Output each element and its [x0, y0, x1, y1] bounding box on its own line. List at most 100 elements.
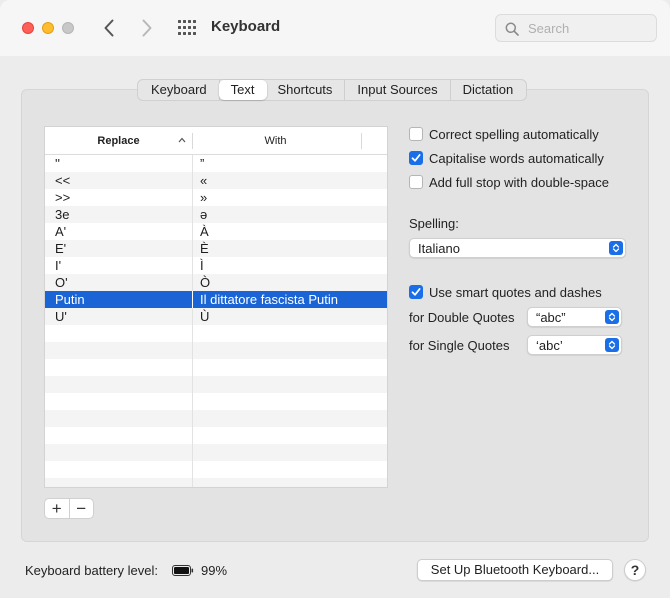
column-divider [192, 257, 193, 274]
replace-cell: 3e [55, 207, 70, 222]
column-divider [192, 410, 193, 427]
remove-button[interactable]: − [70, 499, 94, 518]
replace-cell: O' [55, 275, 68, 290]
search-icon [505, 22, 519, 36]
replace-cell: I' [55, 258, 62, 273]
tab-bar: Keyboard Text Shortcuts Input Sources Di… [137, 79, 528, 101]
setup-bluetooth-keyboard-button[interactable]: Set Up Bluetooth Keyboard... [417, 559, 613, 581]
replace-cell: E' [55, 241, 67, 256]
checkmark-icon [411, 154, 421, 162]
with-cell: À [200, 224, 209, 239]
spelling-label: Spelling: [409, 216, 459, 231]
text-replacement-table: Replace With '' ” << « >> » 3e ə A' À E' È I' Ì… [44, 126, 388, 488]
full-stop-label: Add full stop with double-space [429, 175, 609, 190]
with-cell: È [200, 241, 209, 256]
stepper-icon [605, 338, 619, 352]
with-cell: Ò [200, 275, 211, 290]
empty-row [45, 478, 387, 487]
column-divider [192, 376, 193, 393]
back-chevron-icon [104, 19, 114, 37]
column-header-with[interactable]: With [193, 127, 358, 155]
empty-row [45, 342, 387, 359]
capitalise-words-checkbox[interactable] [409, 151, 423, 165]
table-row[interactable]: A' À [45, 223, 387, 240]
tab-text[interactable]: Text [218, 80, 267, 100]
with-cell: « [200, 173, 208, 188]
close-button[interactable] [22, 22, 34, 34]
with-cell: Ì [200, 258, 204, 273]
zoom-button[interactable] [62, 22, 74, 34]
column-divider [192, 308, 193, 325]
column-divider [192, 240, 193, 257]
double-quotes-value: “abc” [536, 310, 566, 325]
empty-row [45, 359, 387, 376]
stepper-icon [605, 310, 619, 324]
smart-quotes-label: Use smart quotes and dashes [429, 285, 602, 300]
table-row[interactable]: '' ” [45, 155, 387, 172]
column-divider [192, 172, 193, 189]
with-cell: Ù [200, 309, 210, 324]
forward-button[interactable] [137, 16, 157, 40]
add-remove-control: + − [44, 498, 94, 519]
empty-row [45, 325, 387, 342]
single-quotes-label: for Single Quotes [409, 338, 510, 353]
checkmark-icon [411, 288, 421, 296]
with-cell: » [200, 190, 208, 205]
column-divider [192, 478, 193, 487]
column-header-replace[interactable]: Replace [45, 127, 192, 155]
empty-row [45, 427, 387, 444]
with-cell: Il dittatore fascista Putin [200, 292, 339, 307]
replace-cell: A' [55, 224, 67, 239]
single-quotes-popup[interactable]: ‘abc’ [527, 335, 622, 355]
replace-cell: << [55, 173, 71, 188]
sort-arrow-icon [178, 137, 186, 143]
table-row[interactable]: 3e ə [45, 206, 387, 223]
table-rows: '' ” << « >> » 3e ə A' À E' È I' Ì O' Ò Putin Il … [45, 155, 387, 487]
double-quotes-popup[interactable]: “abc” [527, 307, 622, 327]
forward-chevron-icon [142, 19, 152, 37]
tab-shortcuts[interactable]: Shortcuts [266, 80, 346, 100]
add-button[interactable]: + [45, 499, 69, 518]
correct-spelling-checkbox[interactable] [409, 127, 423, 141]
show-all-button[interactable] [177, 19, 197, 37]
column-divider [192, 155, 193, 172]
column-divider [192, 206, 193, 223]
column-divider [192, 393, 193, 410]
help-button[interactable]: ? [624, 559, 646, 581]
column-divider [192, 325, 193, 342]
column-divider [192, 427, 193, 444]
with-cell: ” [200, 156, 205, 171]
table-row-selected[interactable]: Putin Il dittatore fascista Putin [45, 291, 387, 308]
table-row[interactable]: >> » [45, 189, 387, 206]
column-divider [192, 223, 193, 240]
table-row[interactable]: I' Ì [45, 257, 387, 274]
correct-spelling-label: Correct spelling automatically [429, 127, 599, 142]
spelling-popup[interactable]: Italiano [409, 238, 626, 258]
empty-row [45, 376, 387, 393]
stepper-icon [609, 241, 623, 255]
tab-keyboard[interactable]: Keyboard [139, 80, 220, 100]
table-header: Replace With [45, 127, 387, 155]
column-divider [192, 461, 193, 478]
table-row[interactable]: << « [45, 172, 387, 189]
grid-icon [178, 20, 196, 35]
full-stop-checkbox[interactable] [409, 175, 423, 189]
search-field[interactable] [495, 14, 657, 42]
table-row[interactable]: U' Ù [45, 308, 387, 325]
keyboard-preferences-window: Keyboard Keyboard Text Shortcuts Input S… [0, 0, 670, 598]
double-quotes-label: for Double Quotes [409, 310, 515, 325]
smart-quotes-checkbox[interactable] [409, 285, 423, 299]
minimize-button[interactable] [42, 22, 54, 34]
replace-cell: Putin [55, 292, 85, 307]
battery-percent: 99% [201, 563, 228, 578]
empty-row [45, 444, 387, 461]
tab-input-sources[interactable]: Input Sources [345, 80, 451, 100]
back-button[interactable] [99, 16, 119, 40]
table-row[interactable]: E' È [45, 240, 387, 257]
table-row[interactable]: O' Ò [45, 274, 387, 291]
tab-dictation[interactable]: Dictation [451, 80, 526, 100]
battery-icon [172, 565, 194, 576]
search-input[interactable] [526, 20, 648, 36]
column-divider [192, 444, 193, 461]
column-divider [192, 359, 193, 376]
